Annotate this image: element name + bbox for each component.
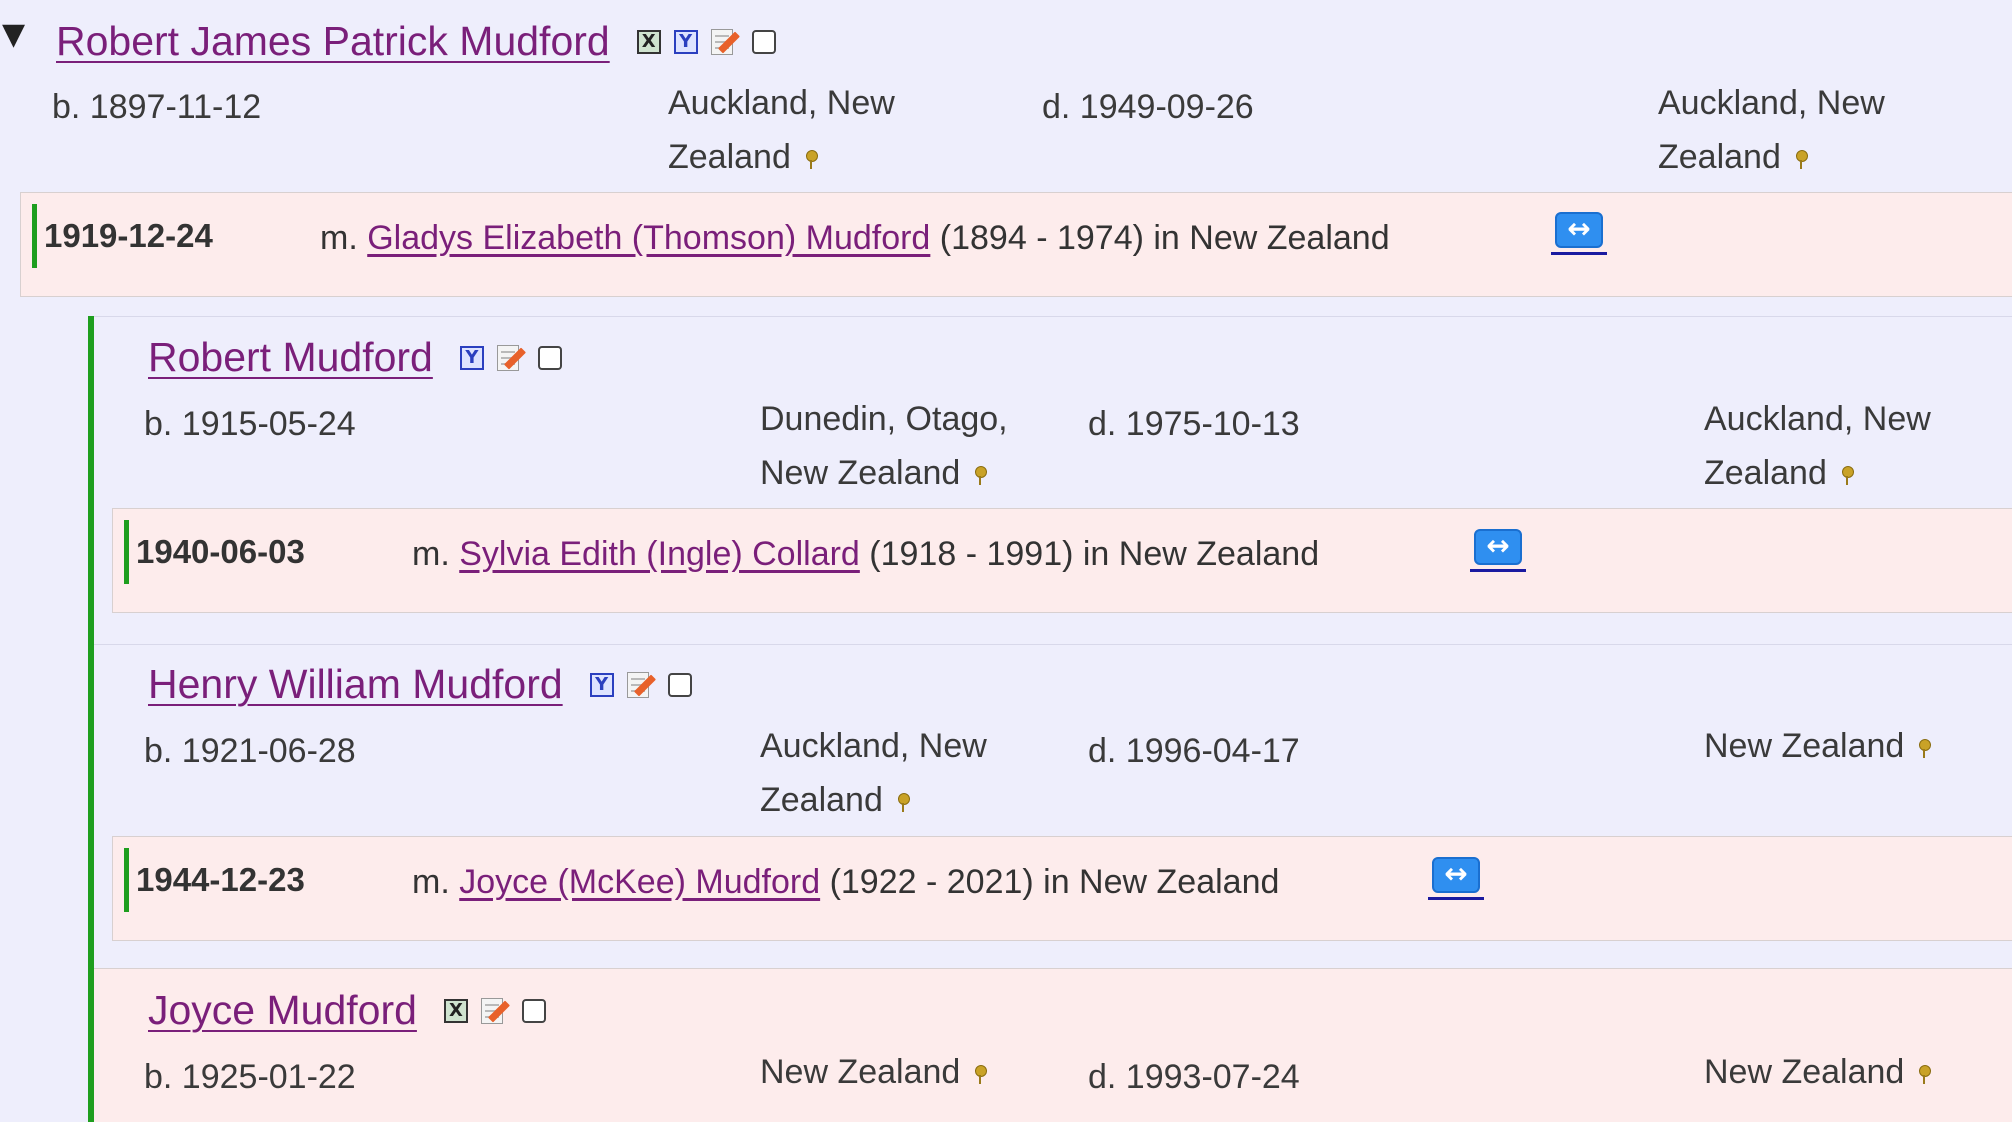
death-place: Auckland, New Zealand <box>1704 400 1931 492</box>
map-pin-icon[interactable] <box>1841 466 1854 486</box>
death-date: d. 1949-09-26 <box>1042 88 1254 126</box>
marriage-bar <box>124 848 129 912</box>
death-place: New Zealand <box>1704 1045 2004 1099</box>
death-date: d. 1975-10-13 <box>1088 405 1300 443</box>
swap-button[interactable]: ↔ <box>1428 857 1484 901</box>
spouse-link[interactable]: Sylvia Edith (Ingle) Collard <box>459 535 860 573</box>
birth-place: Dunedin, Otago, New Zealand <box>760 400 1008 492</box>
person-name-link[interactable]: Robert James Patrick Mudford <box>56 18 610 65</box>
map-pin-icon[interactable] <box>805 150 818 170</box>
marriage-text: m. Sylvia Edith (Ingle) Collard (1918 - … <box>412 535 1320 573</box>
select-checkbox[interactable] <box>537 345 562 370</box>
person-header: Robert Mudford Y <box>148 334 562 381</box>
collapse-toggle[interactable]: ▼ <box>2 20 25 50</box>
edit-icon[interactable] <box>480 996 510 1026</box>
swap-icon: ↔ <box>1432 857 1480 893</box>
death-date: d. 1996-04-17 <box>1088 732 1300 770</box>
map-pin-icon[interactable] <box>1918 1065 1932 1085</box>
marriage-text: m. Joyce (McKee) Mudford (1922 - 2021) i… <box>412 863 1280 901</box>
person-header: Henry William Mudford Y <box>148 661 692 708</box>
birth-date: b. 1915-05-24 <box>144 405 356 443</box>
birth-place: New Zealand <box>760 1045 1060 1099</box>
person-name-link[interactable]: Henry William Mudford <box>148 661 563 708</box>
person-header: Robert James Patrick Mudford X Y <box>56 18 776 65</box>
person-header: Joyce Mudford X <box>148 987 546 1034</box>
swap-icon: ↔ <box>1555 212 1603 248</box>
map-pin-icon[interactable] <box>1795 150 1808 170</box>
map-pin-icon[interactable] <box>1918 739 1932 759</box>
x-icon[interactable]: X <box>443 998 468 1023</box>
y-icon[interactable]: Y <box>589 672 614 697</box>
swap-button[interactable]: ↔ <box>1551 212 1607 256</box>
death-place: New Zealand <box>1704 719 2004 773</box>
birth-date: b. 1925-01-22 <box>144 1058 356 1096</box>
death-place: Auckland, New Zealand <box>1658 84 1885 176</box>
map-pin-icon[interactable] <box>897 793 910 813</box>
swap-icon: ↔ <box>1474 529 1522 565</box>
y-icon[interactable]: Y <box>673 29 698 54</box>
birth-place: Auckland, New Zealand <box>668 84 895 176</box>
select-checkbox[interactable] <box>751 29 776 54</box>
map-pin-icon[interactable] <box>974 1065 988 1085</box>
person-name-link[interactable]: Joyce Mudford <box>148 987 417 1034</box>
x-icon[interactable]: X <box>636 29 661 54</box>
y-icon[interactable]: Y <box>459 345 484 370</box>
map-pin-icon[interactable] <box>974 466 988 486</box>
death-date: d. 1993-07-24 <box>1088 1058 1300 1096</box>
birth-place: Auckland, New Zealand <box>760 727 987 819</box>
person-name-link[interactable]: Robert Mudford <box>148 334 433 381</box>
edit-icon[interactable] <box>626 670 656 700</box>
select-checkbox[interactable] <box>667 672 692 697</box>
birth-date: b. 1897-11-12 <box>52 88 262 126</box>
marriage-bar <box>32 204 37 268</box>
marriage-date: 1919-12-24 <box>44 217 213 254</box>
edit-icon[interactable] <box>496 343 526 373</box>
edit-icon[interactable] <box>710 27 740 57</box>
spouse-link[interactable]: Gladys Elizabeth (Thomson) Mudford <box>367 219 930 257</box>
marriage-date: 1940-06-03 <box>136 533 305 570</box>
select-checkbox[interactable] <box>521 998 546 1023</box>
birth-date: b. 1921-06-28 <box>144 732 356 770</box>
marriage-text: m. Gladys Elizabeth (Thomson) Mudford (1… <box>320 219 1390 257</box>
marriage-date: 1944-12-23 <box>136 861 305 898</box>
spouse-link[interactable]: Joyce (McKee) Mudford <box>459 863 820 901</box>
swap-button[interactable]: ↔ <box>1470 529 1526 573</box>
marriage-bar <box>124 520 129 584</box>
